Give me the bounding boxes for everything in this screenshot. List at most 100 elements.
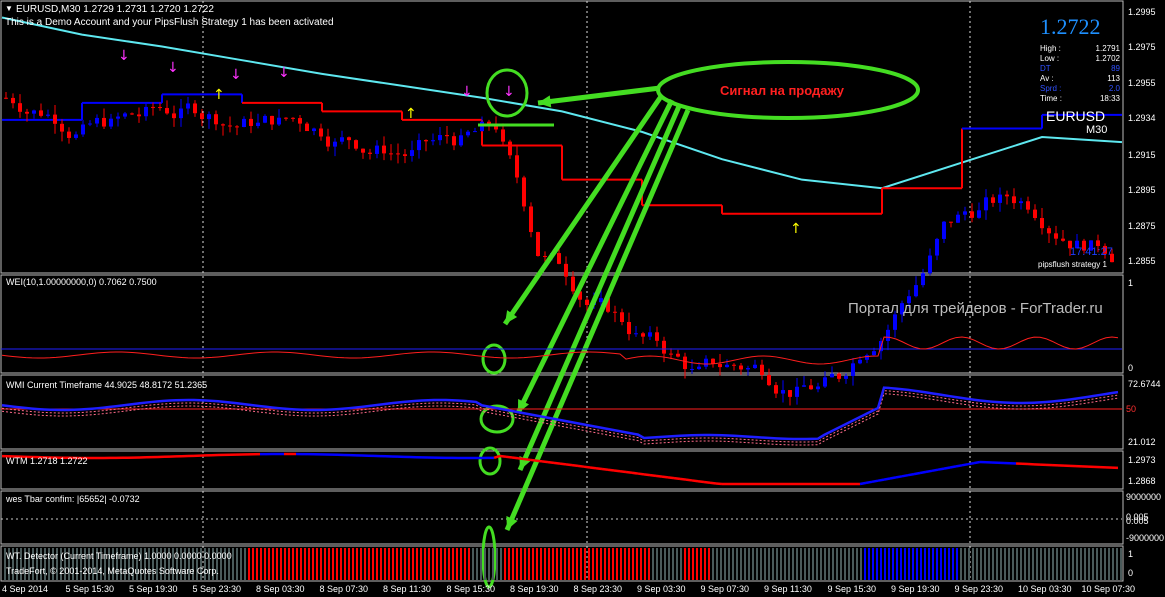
wtm-line-segment <box>859 481 867 486</box>
candle-body <box>193 103 197 114</box>
candle-body <box>1061 238 1065 241</box>
wt-detector-bar <box>652 548 654 580</box>
wt-detector-bar <box>936 548 938 580</box>
wt-detector-bar <box>1052 548 1054 580</box>
wt-detector-bar <box>888 548 890 580</box>
candle-body <box>844 375 848 379</box>
wt-detector-bar <box>352 548 354 580</box>
wt-detector-bar <box>1004 548 1006 580</box>
wt-detector-bar <box>792 548 794 580</box>
wt-detector-bar <box>1100 548 1102 580</box>
candle-body <box>998 194 1002 203</box>
wt-detector-bar <box>968 548 970 580</box>
candle-body <box>697 366 701 370</box>
candle-body <box>753 364 757 369</box>
wtm-line-segment <box>703 480 711 484</box>
wt-detector-bar <box>268 548 270 580</box>
pointer-arrow <box>502 93 665 326</box>
wt-detector-bar <box>1060 548 1062 580</box>
wt-detector-bar <box>1000 548 1002 580</box>
candle-body <box>1054 233 1058 239</box>
wt-detector-bar <box>396 548 398 580</box>
wt-detector-bar <box>460 548 462 580</box>
wt-detector-bar <box>976 548 978 580</box>
candle-body <box>543 255 547 257</box>
candle-body <box>466 131 470 136</box>
wes-axis-1: 9000000 <box>1126 492 1162 502</box>
wtm-line-segment <box>523 457 531 462</box>
wt-detector-bar <box>864 548 866 580</box>
menu-icon[interactable]: ▼ <box>5 4 13 13</box>
candle-body <box>795 386 799 397</box>
pointer-arrow <box>504 109 691 531</box>
candle-body <box>459 135 463 146</box>
wt-detector-bar <box>468 548 470 580</box>
candle-body <box>977 210 981 218</box>
wt-detector-bar <box>512 548 514 580</box>
candle-body <box>557 253 561 264</box>
stat-row: High :1.2791 <box>1040 44 1120 53</box>
candle-body <box>809 385 813 390</box>
wt-detector-bar <box>780 548 782 580</box>
wtm-line-segment <box>625 470 633 475</box>
candle-body <box>116 116 120 119</box>
sell-arrow-icon: ↓ <box>503 84 515 100</box>
wt-detector-bar <box>676 548 678 580</box>
time-tick: 9 Sep 23:30 <box>954 584 1004 594</box>
candle-body <box>179 108 183 119</box>
wt-detector-bar <box>1088 548 1090 580</box>
wt-detector-bar <box>1104 548 1106 580</box>
wtm-line-segment <box>655 474 663 478</box>
wtm-line-segment <box>697 479 705 484</box>
wtm-line-segment <box>577 464 585 468</box>
wt-detector-bar <box>344 548 346 580</box>
time-tick: 8 Sep 23:30 <box>573 584 623 594</box>
wt-detector-bar <box>332 548 334 580</box>
wtm-line-segment <box>925 469 933 474</box>
candle-body <box>704 358 708 367</box>
stat-row: Av :113 <box>1040 74 1120 83</box>
wt-detector-bar <box>392 548 394 580</box>
wt-detector-bar <box>644 548 646 580</box>
wt-detector-bar <box>256 548 258 580</box>
candle-body <box>823 377 827 387</box>
wt-detector-bar <box>384 548 386 580</box>
wt-detector-bar <box>500 548 502 580</box>
wtm-line-segment <box>691 479 699 483</box>
wt-detector-bar <box>672 548 674 580</box>
candle-body <box>39 110 43 116</box>
wt-detector-bar <box>528 548 530 580</box>
wt-detector-bar <box>900 548 902 580</box>
candle-body <box>46 114 50 116</box>
wei-title: WEI(10,1.00000000,0) 0.7062 0.7500 <box>6 277 157 287</box>
candle-body <box>746 368 750 370</box>
wtm-line-segment <box>967 461 975 466</box>
candle-body <box>760 364 764 375</box>
candle-body <box>347 137 351 141</box>
wt-detector-bar <box>852 548 854 580</box>
wt-detector-bar <box>604 548 606 580</box>
wt-detector-bar <box>764 548 766 580</box>
wt-detector-bar <box>972 548 974 580</box>
wt-detector-bar <box>924 548 926 580</box>
candle-body <box>655 332 659 341</box>
wmi-axis-bottom: 21.012 <box>1128 437 1156 447</box>
wt-detector-bar <box>648 548 650 580</box>
time-tick: 9 Sep 15:30 <box>827 584 877 594</box>
wt-detector-bar <box>452 548 454 580</box>
wt-detector-bar <box>1012 548 1014 580</box>
time-tick: 8 Sep 03:30 <box>256 584 305 594</box>
wt-detector-bar <box>292 548 294 580</box>
candle-body <box>410 150 414 156</box>
candle-body <box>151 106 155 108</box>
wt-detector-bar <box>476 548 478 580</box>
wt-detector-bar <box>680 548 682 580</box>
wt-detector-bar <box>1076 548 1078 580</box>
sell-arrow-icon: ↓ <box>167 60 179 76</box>
wt-detector-bar <box>472 548 474 580</box>
wtm-line-segment <box>547 460 555 465</box>
wt-title: WT. Detector (Current Timeframe) 1.0000 … <box>6 551 232 561</box>
time-tick: 5 Sep 23:30 <box>192 584 242 594</box>
candle-body <box>25 111 29 114</box>
wt-detector-bar <box>844 548 846 580</box>
